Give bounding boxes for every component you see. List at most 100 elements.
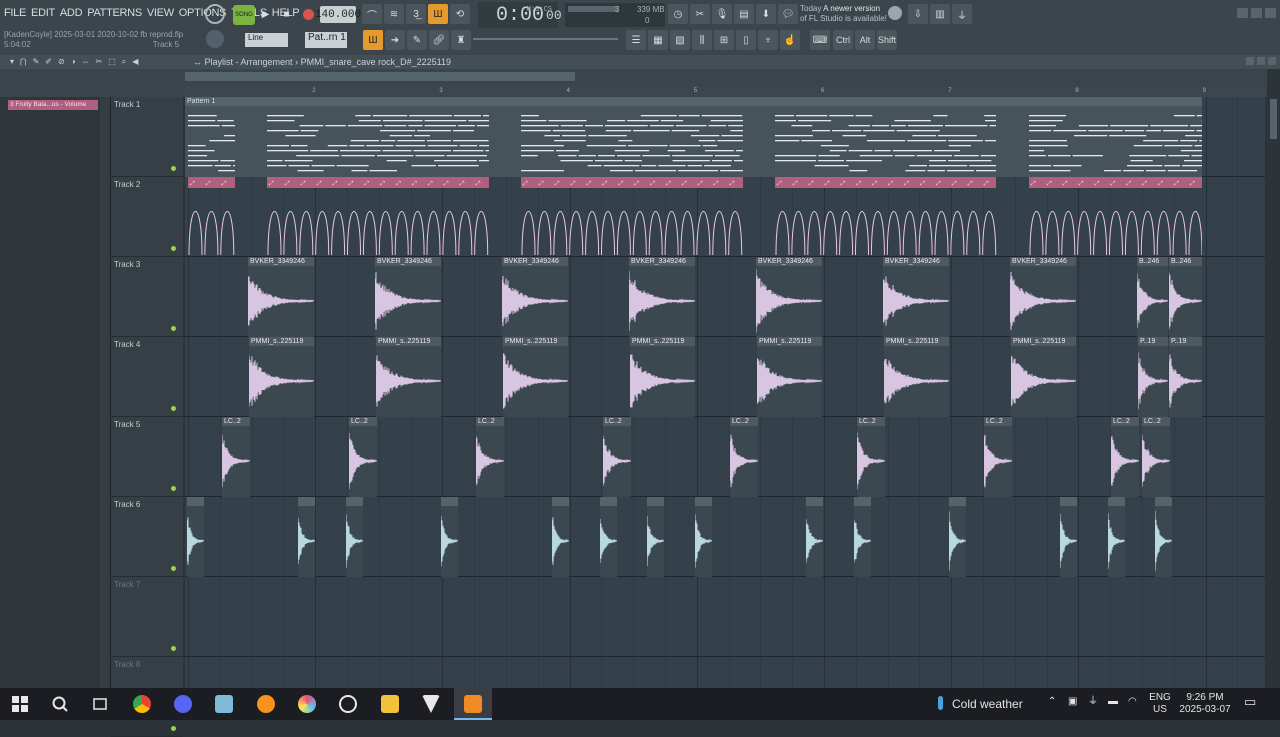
track-header[interactable]: Track 5 (111, 417, 183, 497)
plugin-picker-button[interactable]: ♆ (758, 30, 778, 50)
pitch-knob[interactable] (205, 4, 225, 24)
countdown-button[interactable]: 3̲ (406, 4, 426, 24)
audio-clip-track5[interactable]: LC..2 (984, 417, 1012, 497)
browser-selected-item[interactable]: 3 Fruity Bala...us - Volume (8, 100, 98, 110)
audio-clip-track3[interactable]: B..246 (1169, 257, 1202, 337)
undo-history-button[interactable]: ◷ (668, 4, 688, 24)
audio-clip-track6[interactable] (854, 497, 871, 577)
track-header[interactable]: Track 1 (111, 97, 183, 177)
audio-clip-track6[interactable] (1155, 497, 1172, 577)
color-app-icon[interactable] (298, 695, 316, 713)
menu-arrow-icon[interactable]: ▾ (10, 57, 14, 67)
audio-clip-track3[interactable]: BVKER_3349246 (375, 257, 441, 337)
track-led[interactable] (171, 326, 176, 331)
piano-roll-button[interactable]: Ш (363, 30, 383, 50)
usb-icon[interactable]: ⏚ (1088, 696, 1098, 708)
audio-clip-track3[interactable]: BVKER_3349246 (629, 257, 695, 337)
restore-icon[interactable] (1251, 8, 1262, 18)
wait-input-button[interactable]: ≋ (384, 4, 404, 24)
link-button[interactable]: 🔗︎ (429, 30, 449, 50)
audio-clip-track6[interactable] (441, 497, 458, 577)
audio-clip-track4[interactable]: P..19 (1169, 337, 1202, 417)
delete-icon[interactable]: ⊘ (58, 57, 65, 67)
track-header[interactable]: Track 6 (111, 497, 183, 577)
touch-button[interactable]: ☝ (780, 30, 800, 50)
automation-clip-lane[interactable]: ⤢⤢⤢⤢⤢⤢⤢⤢⤢⤢⤢⤢⤢⤢⤢⤢⤢⤢⤢⤢⤢⤢⤢⤢⤢⤢⤢⤢⤢⤢⤢⤢⤢⤢⤢⤢⤢⤢⤢⤢… (185, 177, 1202, 257)
chevron-up-icon[interactable]: ⌃ (1048, 696, 1056, 708)
select-icon[interactable]: ⬚ (108, 57, 116, 67)
audio-clip-track4[interactable]: PMMI_s..225119 (1011, 337, 1076, 417)
mute-icon[interactable]: ◑ (71, 57, 76, 67)
audio-clip-track6[interactable] (552, 497, 569, 577)
audio-clip-track5[interactable]: LC..2 (1111, 417, 1139, 497)
browser-button[interactable]: ⊞ (714, 30, 734, 50)
weather-icon[interactable] (932, 696, 948, 714)
track-led[interactable] (171, 566, 176, 571)
windows-start-icon[interactable] (11, 695, 29, 713)
audio-clip-track5[interactable]: LC..2 (1142, 417, 1170, 497)
audio-clip-track6[interactable] (647, 497, 664, 577)
overview-scrollbar[interactable] (185, 72, 575, 81)
track-led[interactable] (171, 486, 176, 491)
save-button[interactable]: ▤ (734, 4, 754, 24)
plugin-button[interactable]: ⏚ (952, 4, 972, 24)
chat-button[interactable]: 💬︎ (778, 4, 798, 24)
paint-icon[interactable]: ✐ (45, 57, 52, 67)
magnet-icon[interactable]: ⋂ (20, 57, 27, 67)
audio-clip-track5[interactable]: LC..2 (349, 417, 377, 497)
track-led[interactable] (171, 646, 176, 651)
speaker-icon[interactable]: ◀ (132, 57, 138, 67)
track-header[interactable]: Track 3 (111, 257, 183, 337)
paint-button[interactable]: ✎ (407, 30, 427, 50)
audio-clip-track5[interactable]: LC..2 (730, 417, 758, 497)
browser-scroll-column[interactable] (100, 97, 110, 688)
audio-clip-track6[interactable] (298, 497, 315, 577)
notes-button[interactable]: ▯ (736, 30, 756, 50)
metronome-button[interactable]: ⌒ (362, 4, 382, 24)
weather-text[interactable]: Cold weather (952, 698, 1023, 710)
ctrl-key[interactable]: Ctrl (833, 30, 853, 50)
zoom-icon[interactable]: ⌕ (122, 57, 126, 67)
play-button[interactable]: ▶ (256, 5, 275, 24)
audio-clip-track4[interactable]: P..19 (1138, 337, 1168, 417)
pencil-icon[interactable]: ✎ (33, 57, 40, 67)
task-view-icon[interactable] (91, 695, 109, 713)
time-display[interactable]: 0:0000 M:S:CS (478, 2, 558, 28)
playlist-nav-icon[interactable]: ↔ (193, 57, 202, 67)
tempo-display[interactable]: 140.000 (320, 6, 356, 23)
audio-clip-track4[interactable]: PMMI_s..225119 (757, 337, 822, 417)
snap-select[interactable]: Line (245, 33, 288, 47)
fl-studio-taskbar-item[interactable] (454, 688, 492, 720)
vertical-scrollbar[interactable] (1267, 69, 1280, 688)
search-app-icon[interactable] (257, 695, 275, 713)
menu-edit[interactable]: EDIT (31, 7, 55, 19)
slice-icon[interactable]: ✂ (96, 57, 103, 67)
notepad-icon[interactable] (215, 695, 233, 713)
mixer-button[interactable]: ⫼ (692, 30, 712, 50)
audio-clip-track6[interactable] (1060, 497, 1077, 577)
cut-button[interactable]: ✂ (690, 4, 710, 24)
arrow-button[interactable]: ➜ (385, 30, 405, 50)
globe-icon[interactable] (888, 6, 902, 20)
playlist-button[interactable]: ☰ (626, 30, 646, 50)
stop-button[interactable]: ■ (277, 5, 296, 24)
record-audio-button[interactable]: 🎙︎ (712, 4, 732, 24)
audio-clip-track5[interactable]: LC..2 (603, 417, 631, 497)
search-icon[interactable] (51, 695, 69, 713)
battery-icon[interactable]: ▬ (1108, 696, 1118, 708)
audio-clip-track6[interactable] (600, 497, 617, 577)
audio-clip-track4[interactable]: PMMI_s..225119 (376, 337, 441, 417)
track-led[interactable] (171, 246, 176, 251)
track-led[interactable] (171, 166, 176, 171)
audio-clip-track4[interactable]: PMMI_s..225119 (249, 337, 314, 417)
sample-manager-button[interactable]: ▥ (930, 4, 950, 24)
playlist-close-icon[interactable] (1268, 57, 1276, 65)
menu-view[interactable]: VIEW (147, 7, 174, 19)
notifications-icon[interactable]: ▭ (1244, 696, 1256, 708)
track-header[interactable]: Track 2 (111, 177, 183, 257)
news-panel[interactable]: Today A newer version of FL Studio is av… (800, 4, 887, 24)
pattern-clip[interactable]: Pattern 1 (185, 97, 1202, 177)
slip-icon[interactable]: ⇔ (82, 57, 90, 67)
alt-key[interactable]: Alt (855, 30, 875, 50)
menu-file[interactable]: FILE (4, 7, 26, 19)
